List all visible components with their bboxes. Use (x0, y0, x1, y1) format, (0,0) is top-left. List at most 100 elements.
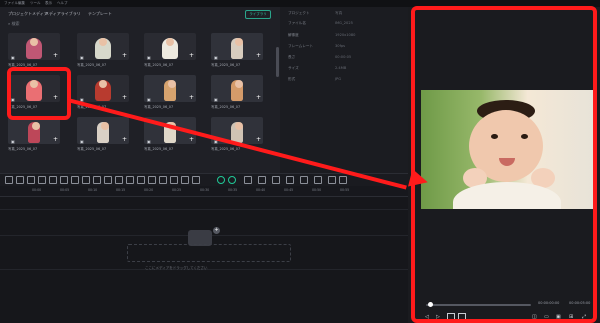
zoom-out-icon[interactable] (328, 176, 336, 184)
color-icon[interactable] (104, 176, 112, 184)
property-value: 30fps (335, 44, 345, 48)
marker-icon[interactable] (148, 176, 156, 184)
timeline-toolbar (0, 173, 408, 186)
export-icon[interactable] (314, 176, 322, 184)
media-tile[interactable]: ▣ + 写真_2025_06_07 (144, 33, 196, 69)
camera-icon: ▣ (11, 55, 15, 60)
drop-plus-icon: + (213, 227, 220, 234)
speed-icon[interactable] (93, 176, 101, 184)
tile-label: 写真_2025_06_07 (8, 147, 38, 151)
tile-label: 写真_2025_06_07 (211, 63, 241, 67)
property-value: JPG (335, 77, 342, 81)
properties-panel: プロジェクト 写真 ファイル名 IMG_2025 解像度 1920x1080 フ… (280, 7, 408, 173)
selected-media-highlight (7, 67, 71, 120)
tick-label: 00:00 (32, 188, 42, 192)
search-placeholder: 検索 (11, 21, 20, 26)
tile-label: 写真_2025_06_07 (77, 147, 107, 151)
property-label: サイズ (288, 66, 299, 70)
fullscreen-icon[interactable] (170, 176, 178, 184)
camera-icon: ▣ (214, 97, 218, 102)
timeline-ruler[interactable]: 00:00 00:05 00:10 00:15 00:20 00:25 00:3… (0, 186, 408, 197)
drop-message: ここにメディアをドラッグしてください (145, 266, 208, 270)
media-tile[interactable]: ▣ + 写真_2025_06_07 (211, 33, 263, 69)
menu-tools[interactable]: ツール (30, 0, 41, 6)
tick-label: 00:05 (60, 188, 70, 192)
add-icon[interactable]: + (122, 95, 127, 101)
tick-label: 00:35 (228, 188, 238, 192)
audio-icon[interactable] (82, 176, 90, 184)
add-icon[interactable]: + (53, 137, 58, 143)
undo-icon[interactable] (16, 176, 24, 184)
tick-label: 00:20 (144, 188, 154, 192)
tile-label: 写真_2025_06_07 (144, 147, 174, 151)
tick-label: 00:50 (312, 188, 322, 192)
track-divider (0, 209, 408, 210)
tab-templates[interactable]: テンプレート (88, 11, 112, 17)
tile-label: 写真_2025_06_07 (144, 63, 174, 67)
media-tile[interactable]: ▣ + 写真_2025_06_07 (144, 75, 196, 111)
ai-icon[interactable] (228, 176, 236, 184)
tick-label: 00:10 (88, 188, 98, 192)
property-label: ファイル名 (288, 21, 306, 25)
add-icon[interactable]: + (122, 137, 127, 143)
library-scrollbar[interactable] (276, 47, 279, 77)
audio-track-icon[interactable] (272, 176, 280, 184)
sticker-icon[interactable] (137, 176, 145, 184)
tab-media-library[interactable]: メディアライブラリ (45, 11, 81, 17)
menu-edit[interactable]: 編集 (18, 0, 25, 6)
add-icon[interactable]: + (53, 53, 58, 59)
video-editor-window: ファイル 編集 ツール 表示 ヘルプ プロジェクトメディア メディアライブラリ … (0, 0, 600, 323)
mask-icon[interactable] (115, 176, 123, 184)
add-icon[interactable]: + (256, 53, 261, 59)
media-tile[interactable]: ▣ + 写真_2025_06_07 (8, 33, 60, 69)
add-icon[interactable]: + (189, 137, 194, 143)
tick-label: 00:40 (256, 188, 266, 192)
menu-view[interactable]: 表示 (45, 0, 52, 6)
select-tool-icon[interactable] (5, 176, 13, 184)
add-icon[interactable]: + (189, 95, 194, 101)
property-label: フレームレート (288, 44, 314, 48)
add-icon[interactable]: + (189, 53, 194, 59)
split-icon[interactable] (60, 176, 68, 184)
crop-icon[interactable] (49, 176, 57, 184)
redo-icon[interactable] (27, 176, 35, 184)
menu-help[interactable]: ヘルプ (57, 0, 68, 6)
delete-icon[interactable] (71, 176, 79, 184)
add-icon[interactable]: + (122, 53, 127, 59)
tab-project-media[interactable]: プロジェクトメディア (8, 11, 48, 17)
text-tool-icon[interactable] (38, 176, 46, 184)
search-input[interactable]: ⌕ 検索 (8, 21, 20, 27)
media-tile[interactable]: ▣ + 写真_2025_06_07 (8, 117, 60, 153)
zoom-icon[interactable] (159, 176, 167, 184)
media-tile[interactable]: ▣ + 写真_2025_06_07 (77, 33, 129, 69)
zoom-in-icon[interactable] (339, 176, 347, 184)
camera-icon: ▣ (147, 97, 151, 102)
property-value: 2.4MB (335, 66, 347, 70)
track-icon[interactable] (258, 176, 266, 184)
snapshot-icon[interactable] (181, 176, 189, 184)
media-tile[interactable]: ▣ + 写真_2025_06_07 (211, 75, 263, 111)
timeline-drop-zone[interactable] (127, 244, 291, 262)
library-button[interactable]: ライブラリ (245, 10, 271, 19)
effect-icon[interactable] (286, 176, 294, 184)
camera-icon: ▣ (214, 55, 218, 60)
media-tile[interactable]: ▣ + 写真_2025_06_07 (77, 117, 129, 153)
property-label: 解像度 (288, 33, 299, 37)
tick-label: 00:30 (200, 188, 210, 192)
filter-icon[interactable] (126, 176, 134, 184)
tick-label: 00:55 (340, 188, 350, 192)
render-icon[interactable] (217, 176, 225, 184)
menu-file[interactable]: ファイル (4, 0, 18, 6)
settings-icon[interactable] (192, 176, 200, 184)
transition-icon[interactable] (300, 176, 308, 184)
add-icon[interactable]: + (256, 137, 261, 143)
scene-icon[interactable] (244, 176, 252, 184)
property-label: 形式 (288, 77, 296, 81)
camera-icon: ▣ (80, 139, 84, 144)
add-icon[interactable]: + (256, 95, 261, 101)
preview-highlight (411, 6, 597, 323)
camera-icon: ▣ (80, 55, 84, 60)
property-value: 00:00:05 (335, 55, 352, 59)
tick-label: 00:45 (284, 188, 294, 192)
property-label: プロジェクト (288, 11, 310, 15)
